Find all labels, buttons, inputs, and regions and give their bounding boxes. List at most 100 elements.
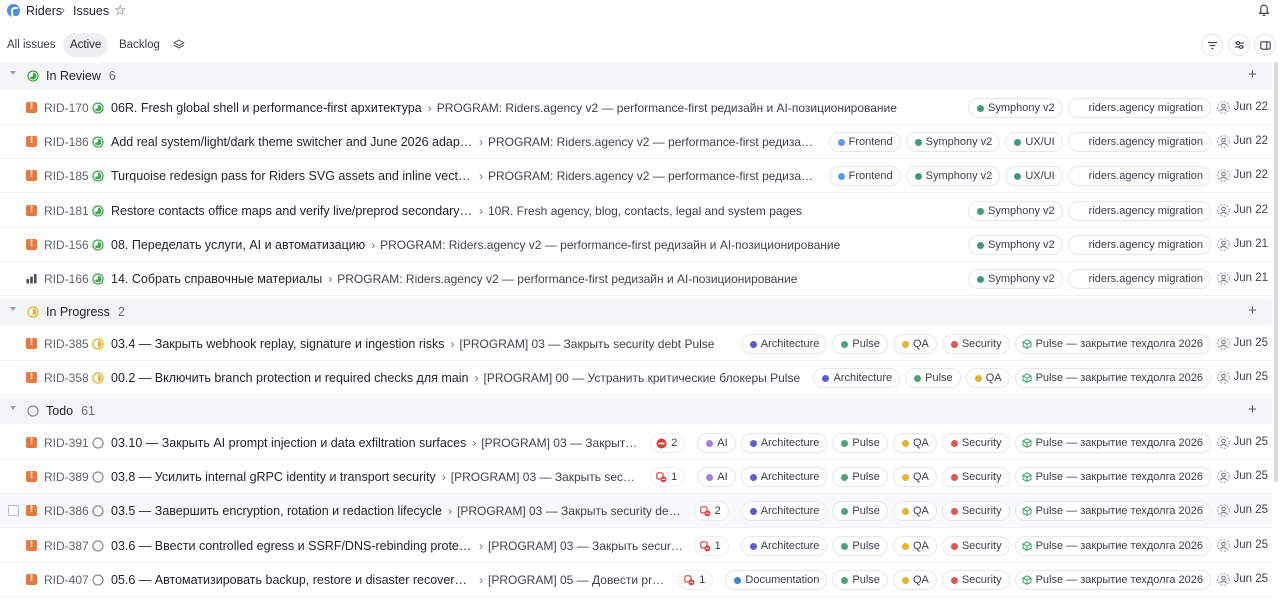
issue-title[interactable]: Restore contacts office maps and verify … bbox=[111, 204, 473, 218]
parent-issue-link[interactable]: › [PROGRAM] 03 — Закрыть security debt Pu… bbox=[442, 470, 640, 484]
assignee-avatar-icon[interactable] bbox=[1217, 237, 1230, 251]
issue-status-icon[interactable] bbox=[92, 102, 104, 117]
issue-title[interactable]: Turquoise redesign pass for Riders SVG a… bbox=[111, 169, 473, 183]
issue-title[interactable]: 00.2 — Включить branch protection и requ… bbox=[111, 371, 468, 385]
parent-issue-link[interactable]: › [PROGRAM] 05 — Довести production opera… bbox=[479, 573, 668, 587]
urgent-priority-icon[interactable]: ! bbox=[26, 505, 37, 517]
issue-row[interactable]: ! RID-387 03.6 — Ввести controlled egress … bbox=[0, 529, 1272, 563]
issue-row[interactable]: ! RID-391 03.10 — Закрыть AI prompt inject… bbox=[0, 426, 1272, 460]
assignee-avatar-icon[interactable] bbox=[1217, 572, 1230, 586]
issue-row[interactable]: ! RID-386 03.5 — Завершить encryption, rot… bbox=[0, 494, 1272, 529]
assignee-avatar-icon[interactable] bbox=[1217, 538, 1230, 552]
status-in-review-glyph[interactable] bbox=[92, 204, 104, 217]
tab-backlog[interactable]: Backlog bbox=[112, 33, 167, 57]
group-header-in-review[interactable]: In Review 6 + bbox=[0, 63, 1272, 89]
blocked-by-badge[interactable]: 1 bbox=[678, 569, 714, 590]
add-issue-plus-icon[interactable]: + bbox=[1248, 66, 1257, 84]
breadcrumb-page[interactable]: Issues bbox=[73, 4, 109, 18]
label-symphony-v2[interactable]: Symphony v2 bbox=[968, 269, 1063, 289]
label-pulse[interactable]: Pulse bbox=[832, 535, 888, 556]
issue-row[interactable]: ! RID-170 06R. Fresh global shell и perfor… bbox=[0, 91, 1272, 125]
label-pulse[interactable]: Pulse bbox=[832, 433, 888, 453]
project-pill[interactable]: Pulse — закрытие техдолга 2026 bbox=[1014, 368, 1211, 389]
project-pill[interactable]: Pulse — закрытие техдолга 2026 bbox=[1014, 467, 1211, 488]
label-pulse[interactable]: Pulse bbox=[905, 368, 961, 389]
label-documentation[interactable]: Documentation bbox=[725, 569, 828, 590]
label-pulse[interactable]: Pulse bbox=[832, 467, 888, 488]
label-qa[interactable]: QA bbox=[892, 334, 937, 354]
team-logo-icon[interactable] bbox=[7, 4, 20, 18]
issue-status-icon[interactable] bbox=[92, 437, 104, 452]
issue-title[interactable]: 08. Переделать услуги, AI и автоматизаци… bbox=[111, 238, 365, 252]
parent-issue-link[interactable]: › [PROGRAM] 03 — Закрыть security debt Pu… bbox=[479, 539, 684, 553]
row-select-checkbox[interactable] bbox=[8, 505, 19, 517]
urgent-priority-icon[interactable]: ! bbox=[26, 170, 37, 182]
issue-row[interactable]: RID-166 14. Собрать справочные материалы J… bbox=[0, 262, 1272, 296]
project-pill[interactable]: riders.agency migration bbox=[1067, 269, 1211, 289]
collapse-caret-icon[interactable] bbox=[10, 307, 16, 311]
parent-issue-link[interactable]: › PROGRAM: Riders.agency v2 — performance… bbox=[428, 101, 897, 115]
due-date[interactable]: Jun 25 bbox=[1233, 539, 1268, 551]
urgent-priority-icon[interactable]: ! bbox=[26, 136, 37, 148]
scrollbar[interactable] bbox=[1274, 62, 1278, 482]
assignee-avatar-icon[interactable] bbox=[1217, 101, 1230, 114]
project-pill[interactable]: Pulse — закрытие техдолга 2026 bbox=[1014, 334, 1211, 354]
issue-row[interactable]: ! RID-186 Add real system/light/dark theme… bbox=[0, 125, 1272, 160]
assignee-avatar-icon[interactable] bbox=[1217, 504, 1230, 518]
issue-status-icon[interactable] bbox=[92, 372, 104, 387]
tab-all-issues[interactable]: All issues bbox=[0, 33, 63, 57]
label-qa[interactable]: QA bbox=[965, 368, 1010, 389]
assignee-avatar-icon[interactable] bbox=[1217, 337, 1230, 350]
collapse-caret-icon[interactable] bbox=[10, 71, 16, 75]
blocked-by-badge[interactable]: 1 bbox=[650, 467, 686, 488]
issue-status-icon[interactable] bbox=[92, 204, 104, 220]
status-todo-glyph[interactable] bbox=[92, 437, 104, 449]
issue-title[interactable]: 03.10 — Закрыть AI prompt injection и da… bbox=[111, 436, 466, 450]
label-ai[interactable]: AI bbox=[697, 433, 736, 453]
collapse-caret-icon[interactable] bbox=[10, 406, 16, 410]
urgent-priority-icon[interactable]: ! bbox=[26, 437, 37, 448]
status-in-review-glyph[interactable] bbox=[92, 273, 104, 285]
side-panel-button[interactable] bbox=[1254, 34, 1276, 56]
issue-title[interactable]: 14. Собрать справочные материалы bbox=[111, 272, 322, 286]
issue-status-icon[interactable] bbox=[92, 170, 104, 185]
status-todo-glyph[interactable] bbox=[27, 405, 39, 417]
project-pill[interactable]: Pulse — закрытие техдолга 2026 bbox=[1014, 569, 1211, 590]
urgent-priority-icon[interactable]: ! bbox=[26, 102, 37, 113]
label-pulse[interactable]: Pulse bbox=[832, 569, 888, 590]
due-date[interactable]: Jun 25 bbox=[1233, 337, 1268, 349]
status-in-review-glyph[interactable] bbox=[92, 136, 104, 148]
label-ai[interactable]: AI bbox=[697, 467, 736, 488]
project-pill[interactable]: riders.agency migration bbox=[1067, 98, 1211, 118]
urgent-priority-icon[interactable]: ! bbox=[26, 471, 37, 483]
status-in-progress-glyph[interactable] bbox=[92, 338, 104, 350]
parent-issue-link[interactable]: › [PROGRAM] 03 — Закрыть security debt Pu… bbox=[448, 504, 684, 518]
breadcrumb-team[interactable]: Riders bbox=[26, 4, 62, 18]
label-symphony-v2[interactable]: Symphony v2 bbox=[905, 166, 1001, 187]
label-architecture[interactable]: Architecture bbox=[740, 334, 828, 354]
due-date[interactable]: Jun 25 bbox=[1233, 504, 1268, 516]
label-architecture[interactable]: Architecture bbox=[740, 501, 828, 522]
label-security[interactable]: Security bbox=[941, 569, 1010, 590]
issue-row[interactable]: ! RID-156 08. Переделать услуги, AI и авто… bbox=[0, 228, 1272, 262]
assignee-avatar-icon[interactable] bbox=[1217, 203, 1230, 217]
label-security[interactable]: Security bbox=[941, 467, 1010, 488]
tab-active[interactable]: Active bbox=[63, 33, 109, 57]
parent-issue-link[interactable]: › [PROGRAM] 00 — Устранить критические бл… bbox=[474, 371, 800, 385]
blocked-by-badge[interactable]: 2 bbox=[650, 433, 686, 453]
assignee-avatar-icon[interactable] bbox=[1217, 135, 1230, 148]
assignee-avatar-icon[interactable] bbox=[1217, 371, 1230, 384]
issue-status-icon[interactable] bbox=[92, 136, 104, 151]
label-architecture[interactable]: Architecture bbox=[740, 467, 828, 488]
label-frontend[interactable]: Frontend bbox=[828, 132, 901, 153]
notifications-bell-icon[interactable] bbox=[1258, 4, 1270, 17]
project-pill[interactable]: riders.agency migration bbox=[1067, 132, 1211, 153]
parent-issue-link[interactable]: › PROGRAM: Riders.agency v2 — performance… bbox=[371, 238, 840, 252]
due-date[interactable]: Jun 22 bbox=[1233, 101, 1268, 113]
project-pill[interactable]: Pulse — закрытие техдолга 2026 bbox=[1014, 433, 1211, 453]
label-ux-ui[interactable]: UX/UI bbox=[1005, 166, 1063, 187]
status-todo-glyph[interactable] bbox=[92, 505, 104, 518]
status-in-progress-glyph[interactable] bbox=[92, 372, 104, 384]
blocked-by-badge[interactable]: 2 bbox=[693, 501, 729, 522]
issue-title[interactable]: 03.8 — Усилить internal gRPC identity и … bbox=[111, 470, 436, 484]
